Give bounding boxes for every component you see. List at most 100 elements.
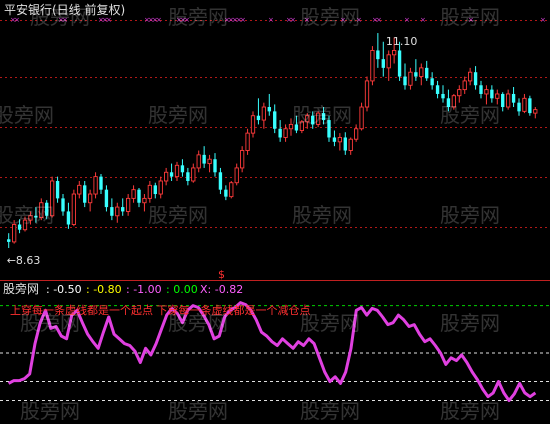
top-marker: × — [404, 16, 410, 24]
indicator-value-4: : 0.00 — [166, 283, 198, 296]
stock-chart: ×× ×× ××× ×××× ××× ××××× × ×× × × × ×× × × × × 平安银行(日线 … — [0, 2, 550, 423]
candle-body — [250, 115, 256, 134]
candle-body — [376, 50, 380, 60]
candle-body — [501, 93, 505, 108]
candle-body — [457, 89, 462, 97]
watermark: 股旁网 — [168, 311, 228, 335]
candle-body — [126, 197, 131, 212]
candle-body — [430, 78, 434, 86]
watermark: 股旁网 — [0, 203, 54, 227]
candle-body — [278, 128, 282, 138]
top-marker: × — [156, 16, 162, 24]
candle-body — [435, 85, 440, 94]
candle-body — [441, 93, 445, 99]
candle-body — [397, 50, 402, 77]
watermark: 股旁网 — [0, 103, 54, 127]
indicator-value-2: : -0.80 — [86, 283, 122, 296]
candle-body — [528, 98, 532, 114]
candle-body — [408, 71, 413, 86]
top-marker: × — [540, 16, 546, 24]
candle-body — [473, 72, 478, 86]
watermark: 股旁网 — [440, 5, 500, 29]
candle-body — [533, 109, 538, 114]
candle-body — [99, 176, 103, 190]
candle-body — [522, 97, 527, 112]
indicator-name: 股旁网 — [3, 281, 39, 296]
candle-body — [359, 106, 364, 130]
watermark: 股旁网 — [30, 5, 90, 29]
watermark: 股旁网 — [300, 5, 360, 29]
watermark: 股旁网 — [168, 399, 228, 423]
candle-body — [71, 193, 76, 225]
candle-body — [207, 158, 212, 165]
watermark: 股旁网 — [292, 103, 352, 127]
candle-body — [229, 182, 234, 198]
candle-body — [479, 85, 483, 94]
low-price-label: ←8.63 — [7, 254, 41, 267]
candle-body — [213, 159, 217, 173]
watermark: 股旁网 — [168, 5, 228, 29]
candle-body — [121, 207, 125, 212]
candle-body — [256, 115, 261, 121]
candle-body — [131, 189, 136, 199]
top-marker: × — [420, 16, 426, 24]
candle-body — [332, 137, 337, 142]
candle-body — [381, 59, 385, 68]
indicator-value-1: : -0.50 — [46, 283, 82, 296]
candle-body — [7, 239, 11, 242]
candle-body — [164, 171, 169, 182]
candle-body — [273, 111, 277, 129]
candle-body — [370, 50, 375, 82]
candle-body — [218, 172, 223, 190]
watermark: 股旁网 — [440, 103, 500, 127]
candle-body — [61, 198, 65, 212]
candle-body — [414, 72, 418, 77]
candle-body — [267, 107, 271, 112]
candle-body — [83, 185, 87, 203]
candle-body — [115, 206, 120, 217]
candle-body — [77, 184, 82, 195]
watermark: 股旁网 — [300, 311, 360, 335]
top-marker: × — [106, 16, 112, 24]
candle-body — [495, 93, 500, 99]
watermark: 股旁网 — [20, 399, 80, 423]
top-marker: × — [290, 16, 296, 24]
candle-body — [142, 197, 147, 204]
watermark: 股旁网 — [148, 103, 208, 127]
candle-body — [337, 137, 342, 143]
candle-body — [191, 167, 196, 182]
candle-body — [364, 80, 370, 108]
candle-body — [462, 80, 467, 91]
candle-body — [484, 89, 489, 95]
candle-body — [137, 189, 141, 203]
candle-body — [66, 211, 71, 225]
candle-body — [147, 184, 152, 199]
candle-body — [12, 224, 17, 243]
candle-body — [169, 172, 174, 177]
candle-body — [104, 189, 109, 208]
candle-body — [403, 76, 407, 86]
candle-body — [110, 207, 114, 216]
candle-body — [343, 137, 347, 151]
candle-body — [55, 180, 60, 199]
candle-body — [354, 128, 359, 140]
candle-body — [348, 138, 353, 151]
candle-body — [468, 71, 473, 82]
candle-body — [196, 154, 201, 169]
candle-body — [88, 193, 93, 204]
candle-body — [153, 185, 157, 195]
candle-body — [392, 50, 397, 56]
candle-body — [234, 167, 239, 184]
top-marker: × — [268, 16, 274, 24]
candle-body — [224, 189, 228, 197]
watermark: 股旁网 — [20, 311, 80, 335]
watermark: 股旁网 — [292, 203, 352, 227]
watermark: 股旁网 — [148, 203, 208, 227]
candle-body — [386, 54, 391, 69]
top-marker: × — [14, 16, 20, 24]
candle-body — [419, 67, 424, 78]
watermark: 股旁网 — [440, 203, 500, 227]
watermark: 股旁网 — [440, 399, 500, 423]
candle-body — [186, 172, 190, 181]
candle-body — [180, 165, 185, 173]
